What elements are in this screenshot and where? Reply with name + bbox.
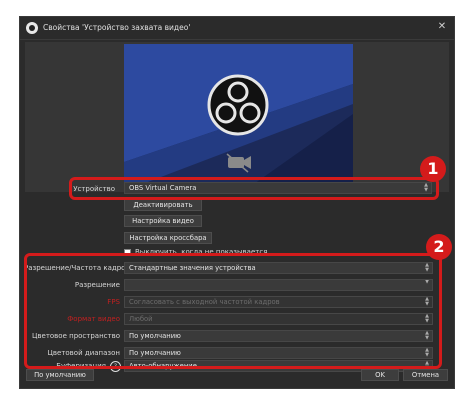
callout-badge-1: 1 (420, 156, 446, 182)
ok-button[interactable]: OK (361, 369, 399, 381)
preview-graphic (124, 44, 353, 191)
defaults-button[interactable]: По умолчанию (26, 369, 94, 381)
obs-logo-icon (207, 74, 269, 136)
callout-badge-2: 2 (426, 234, 452, 260)
video-settings-button[interactable]: Настройка видео (124, 215, 202, 227)
video-preview (124, 44, 353, 191)
close-icon[interactable]: ✕ (436, 21, 448, 33)
deactivate-button[interactable]: Деактивировать (124, 199, 202, 211)
cancel-button[interactable]: Отмена (403, 369, 448, 381)
crossbar-settings-button[interactable]: Настройка кроссбара (124, 232, 212, 244)
title-bar: Свойства 'Устройство захвата видео' ✕ (20, 17, 454, 40)
obs-app-icon (26, 22, 38, 34)
callout-box-1 (69, 177, 439, 200)
callout-box-2 (24, 253, 442, 369)
window-title: Свойства 'Устройство захвата видео' (43, 23, 191, 32)
